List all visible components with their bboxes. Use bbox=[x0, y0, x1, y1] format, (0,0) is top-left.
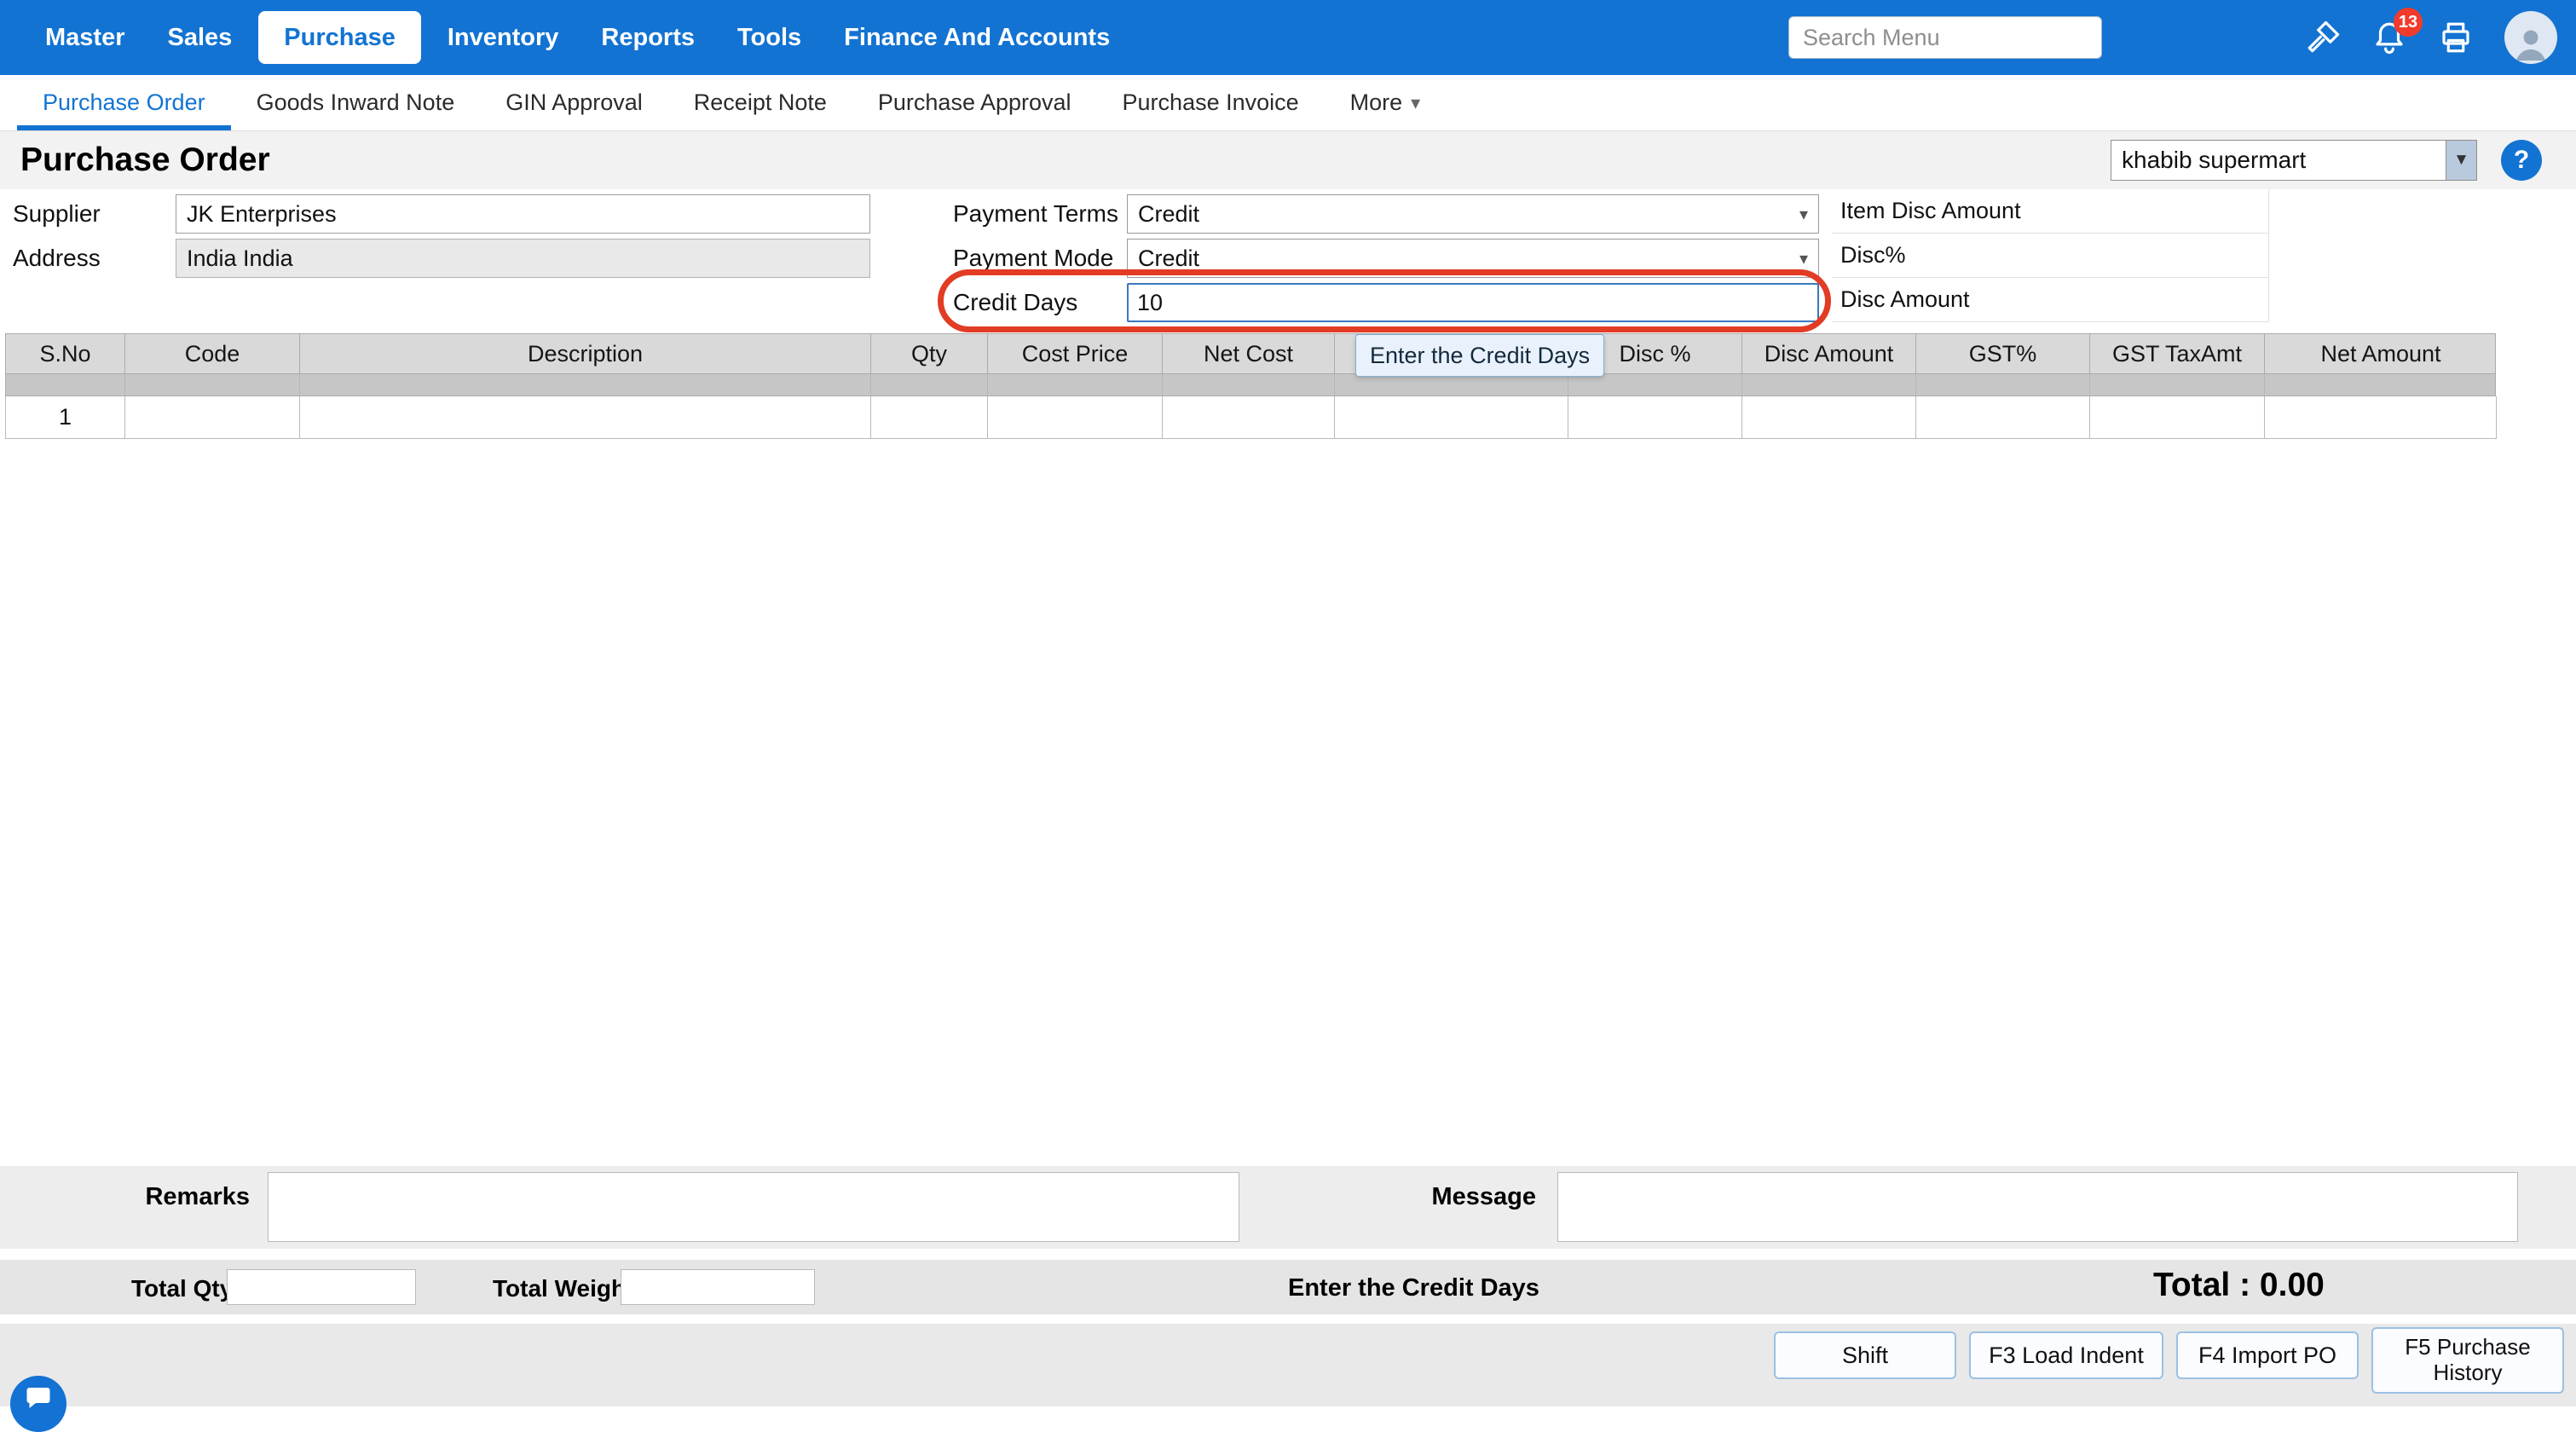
tab-more[interactable]: More ▾ bbox=[1325, 75, 1447, 130]
f3-load-indent-button[interactable]: F3 Load Indent bbox=[1969, 1331, 2163, 1379]
payment-mode-label: Payment Mode bbox=[953, 239, 1113, 278]
col-header-qty: Qty bbox=[871, 334, 988, 373]
payment-mode-value: Credit bbox=[1128, 245, 1799, 272]
tab-goods-inward-note[interactable]: Goods Inward Note bbox=[231, 75, 481, 130]
cell-code[interactable] bbox=[125, 396, 300, 439]
col-header-description: Description bbox=[300, 334, 871, 373]
nav-item-finance-and-accounts[interactable]: Finance And Accounts bbox=[823, 0, 1131, 75]
col-header-net-amount: Net Amount bbox=[2265, 334, 2497, 373]
page-title: Purchase Order bbox=[20, 141, 270, 179]
top-navigation: Master Sales Purchase Inventory Reports … bbox=[0, 0, 2576, 75]
items-grid: S.No Code Description Qty Cost Price Net… bbox=[5, 333, 2496, 439]
cell-disc-percent[interactable] bbox=[1568, 396, 1742, 439]
status-text: Enter the Credit Days bbox=[1288, 1274, 1539, 1302]
chat-bubble-icon bbox=[23, 1383, 54, 1413]
col-header-gst-taxamt: GST TaxAmt bbox=[2090, 334, 2265, 373]
address-label: Address bbox=[13, 239, 101, 278]
avatar[interactable] bbox=[2504, 11, 2557, 64]
chevron-down-icon: ▾ bbox=[1411, 92, 1420, 114]
disc-percent-label: Disc% bbox=[1832, 234, 2269, 278]
disc-amount-label: Disc Amount bbox=[1832, 278, 2269, 322]
cell-sno[interactable]: 1 bbox=[6, 396, 125, 439]
tab-gin-approval[interactable]: GIN Approval bbox=[480, 75, 668, 130]
cell-hidden[interactable] bbox=[1335, 396, 1568, 439]
company-select[interactable]: khabib supermart ▼ bbox=[2111, 140, 2477, 181]
col-header-code: Code bbox=[125, 334, 300, 373]
chevron-down-icon: ▾ bbox=[1799, 204, 1818, 225]
search-input[interactable] bbox=[1788, 16, 2102, 59]
nav-item-sales[interactable]: Sales bbox=[147, 0, 254, 75]
total-qty-input[interactable] bbox=[227, 1269, 416, 1305]
credit-days-input[interactable] bbox=[1127, 283, 1819, 322]
message-textarea[interactable] bbox=[1557, 1172, 2518, 1242]
cell-qty[interactable] bbox=[871, 396, 988, 439]
nav-item-purchase[interactable]: Purchase bbox=[258, 11, 421, 64]
cell-net-cost[interactable] bbox=[1163, 396, 1335, 439]
credit-days-label: Credit Days bbox=[953, 283, 1077, 322]
f4-import-po-button[interactable]: F4 Import PO bbox=[2176, 1331, 2359, 1379]
chevron-down-icon: ▾ bbox=[1799, 248, 1818, 269]
nav-item-master[interactable]: Master bbox=[24, 0, 147, 75]
discount-panel: Item Disc Amount Disc% Disc Amount bbox=[1832, 189, 2269, 322]
col-header-disc-amount: Disc Amount bbox=[1742, 334, 1916, 373]
tab-more-label: More bbox=[1350, 90, 1403, 116]
printer-icon[interactable] bbox=[2438, 20, 2474, 55]
nav-item-reports[interactable]: Reports bbox=[580, 0, 716, 75]
payment-mode-select[interactable]: Credit ▾ bbox=[1127, 239, 1819, 278]
col-header-gst-percent: GST% bbox=[1916, 334, 2090, 373]
col-header-net-cost: Net Cost bbox=[1163, 334, 1335, 373]
f5-purchase-history-button[interactable]: F5 Purchase History bbox=[2371, 1327, 2564, 1394]
title-bar: Purchase Order khabib supermart ▼ ? bbox=[0, 131, 2576, 189]
payment-terms-value: Credit bbox=[1128, 201, 1799, 228]
tab-purchase-order[interactable]: Purchase Order bbox=[17, 75, 231, 130]
cell-net-amount[interactable] bbox=[2265, 396, 2497, 439]
remarks-label: Remarks bbox=[85, 1183, 250, 1211]
address-input[interactable] bbox=[176, 239, 870, 278]
credit-days-tooltip: Enter the Credit Days bbox=[1355, 334, 1604, 377]
total-weight-input[interactable] bbox=[621, 1269, 815, 1305]
topnav-icon-group: 13 bbox=[2305, 11, 2557, 64]
bell-icon[interactable]: 13 bbox=[2371, 20, 2407, 55]
nav-item-inventory[interactable]: Inventory bbox=[426, 0, 580, 75]
tab-receipt-note[interactable]: Receipt Note bbox=[668, 75, 852, 130]
grid-header-row: S.No Code Description Qty Cost Price Net… bbox=[5, 333, 2496, 374]
message-label: Message bbox=[1389, 1183, 1536, 1211]
supplier-label: Supplier bbox=[13, 194, 101, 234]
notification-badge: 13 bbox=[2394, 8, 2423, 37]
module-tabbar: Purchase Order Goods Inward Note GIN App… bbox=[0, 75, 2576, 131]
totals-strip: Total Qty Total Weight Enter the Credit … bbox=[0, 1260, 2576, 1314]
supplier-input[interactable] bbox=[176, 194, 870, 234]
grid-group-row bbox=[5, 374, 2496, 396]
chat-fab[interactable] bbox=[10, 1376, 66, 1432]
company-select-value: khabib supermart bbox=[2111, 147, 2446, 174]
remarks-textarea[interactable] bbox=[268, 1172, 1239, 1242]
item-disc-amount-label: Item Disc Amount bbox=[1832, 189, 2269, 234]
nav-item-tools[interactable]: Tools bbox=[716, 0, 823, 75]
cell-cost-price[interactable] bbox=[988, 396, 1163, 439]
payment-terms-select[interactable]: Credit ▾ bbox=[1127, 194, 1819, 234]
cell-description[interactable] bbox=[300, 396, 871, 439]
shift-button[interactable]: Shift bbox=[1774, 1331, 1956, 1379]
gavel-icon[interactable] bbox=[2305, 20, 2341, 55]
dropdown-arrow-icon[interactable]: ▼ bbox=[2446, 141, 2476, 180]
po-header-form: Supplier Address Payment Terms Credit ▾ … bbox=[0, 189, 2576, 334]
cell-disc-amount[interactable] bbox=[1742, 396, 1916, 439]
col-header-cost-price: Cost Price bbox=[988, 334, 1163, 373]
remarks-strip: Remarks Message bbox=[0, 1166, 2576, 1249]
tab-purchase-approval[interactable]: Purchase Approval bbox=[852, 75, 1097, 130]
grand-total: Total : 0.00 bbox=[2153, 1267, 2325, 1304]
total-qty-label: Total Qty bbox=[131, 1275, 233, 1302]
cell-gst-percent[interactable] bbox=[1916, 396, 2090, 439]
total-weight-label: Total Weight bbox=[493, 1275, 633, 1302]
tab-purchase-invoice[interactable]: Purchase Invoice bbox=[1097, 75, 1325, 130]
actions-strip: Shift F3 Load Indent F4 Import PO F5 Pur… bbox=[0, 1324, 2576, 1406]
col-header-sno: S.No bbox=[6, 334, 125, 373]
cell-gst-taxamt[interactable] bbox=[2090, 396, 2265, 439]
grid-data-row: 1 bbox=[5, 396, 2496, 439]
payment-terms-label: Payment Terms bbox=[953, 194, 1118, 234]
help-button[interactable]: ? bbox=[2501, 140, 2542, 181]
